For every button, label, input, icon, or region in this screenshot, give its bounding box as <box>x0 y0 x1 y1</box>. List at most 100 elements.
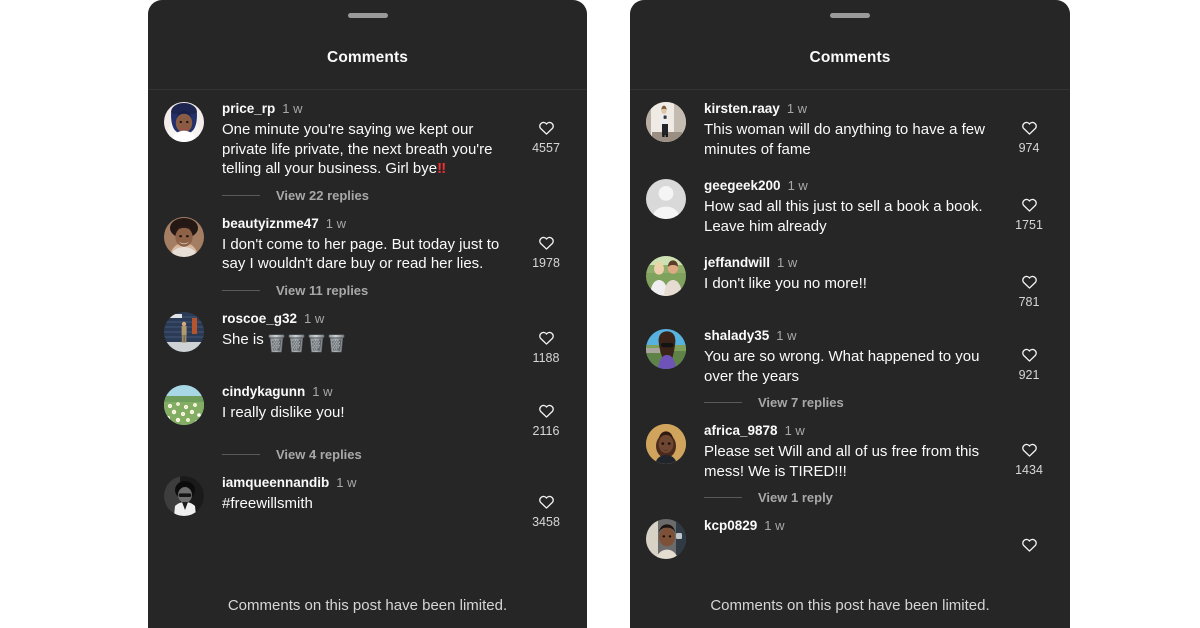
avatar[interactable] <box>164 216 204 257</box>
comment-timestamp: 1 w <box>336 474 357 490</box>
view-replies-label[interactable]: View 7 replies <box>758 395 844 410</box>
like-column: 1978 <box>519 215 573 270</box>
avatar-container <box>644 177 688 219</box>
comments-list-right[interactable]: kirsten.raay 1 w This woman will do anythi… <box>630 90 1070 628</box>
avatar[interactable] <box>646 256 686 296</box>
heart-icon[interactable] <box>1020 272 1039 291</box>
comment-spacer <box>630 159 1070 167</box>
comment-item[interactable]: jeffandwill 1 w I don't like you no more!!… <box>630 244 1070 309</box>
view-replies-label[interactable]: View 11 replies <box>276 283 368 298</box>
like-count[interactable]: 4557 <box>532 141 560 155</box>
avatar[interactable] <box>646 102 686 142</box>
replies-dash <box>222 194 260 196</box>
like-column: 2116 <box>519 383 573 438</box>
heart-icon[interactable] <box>537 401 556 420</box>
comment-username[interactable]: africa_9878 <box>704 423 778 438</box>
view-replies-row[interactable]: View 7 replies <box>630 386 1070 412</box>
comments-limited-note-left: Comments on this post have been limited. <box>227 597 508 614</box>
comment-username[interactable]: geegeek200 <box>704 178 781 193</box>
like-count[interactable]: 3458 <box>532 515 560 529</box>
replies-dash <box>222 289 260 291</box>
comment-username[interactable]: cindykagunn <box>222 384 305 399</box>
comment-username[interactable]: roscoe_g32 <box>222 311 297 326</box>
comment-meta: iamqueennandib 1 w <box>222 474 509 492</box>
comment-item[interactable]: shalady35 1 w You are so wrong. What happe… <box>630 317 1070 386</box>
heart-icon[interactable] <box>537 233 556 252</box>
avatar[interactable] <box>164 311 204 352</box>
heart-icon[interactable] <box>1020 440 1039 459</box>
avatar[interactable] <box>164 384 204 425</box>
heart-icon[interactable] <box>537 118 556 137</box>
like-count[interactable]: 781 <box>1019 295 1040 309</box>
avatar-container <box>162 310 206 352</box>
like-count[interactable]: 1188 <box>533 351 560 365</box>
like-column: 3458 <box>519 474 573 529</box>
comment-username[interactable]: beautyiznme47 <box>222 216 319 231</box>
avatar-container <box>644 422 688 464</box>
comment-body: shalady35 1 w You are so wrong. What happe… <box>688 327 1002 386</box>
avatar[interactable] <box>164 102 204 142</box>
like-count[interactable]: 1978 <box>532 256 560 270</box>
comment-timestamp: 1 w <box>325 215 347 231</box>
comment-body: roscoe_g32 1 w She is <box>206 310 519 353</box>
view-replies-row[interactable]: View 4 replies <box>148 438 587 464</box>
comment-username[interactable]: jeffandwill <box>704 255 770 270</box>
avatar[interactable] <box>646 519 686 559</box>
view-replies-label[interactable]: View 1 reply <box>758 490 833 505</box>
comment-text: You are so wrong. What happened to you o… <box>704 347 992 386</box>
comment-body: beautyiznme47 1 w I don't come to her page… <box>206 215 519 274</box>
comment-timestamp: 1 w <box>776 328 797 343</box>
comment-item[interactable]: iamqueennandib 1 w #freewillsmith 3458 <box>148 464 587 529</box>
comment-spacer <box>148 529 587 537</box>
comment-text: I don't come to her page. But today just… <box>222 235 509 274</box>
avatar[interactable] <box>646 424 686 464</box>
like-column: 781 <box>1002 254 1056 309</box>
avatar[interactable] <box>646 179 686 219</box>
replies-dash <box>704 402 742 403</box>
view-replies-label[interactable]: View 4 replies <box>276 447 362 462</box>
heart-icon[interactable] <box>1020 118 1039 137</box>
comment-text-content: One minute you're saying we kept our pri… <box>222 121 493 177</box>
comment-item[interactable]: cindykagunn 1 w I really dislike you! 2116 <box>148 373 587 438</box>
comment-username[interactable]: price_rp <box>222 101 275 116</box>
like-count[interactable]: 974 <box>1019 141 1040 155</box>
comment-username[interactable]: shalady35 <box>704 328 769 343</box>
comment-username[interactable]: kcp0829 <box>704 518 757 533</box>
comment-text-content: She is <box>222 330 264 348</box>
avatar-container <box>162 383 206 425</box>
heart-icon[interactable] <box>1020 345 1039 364</box>
comment-meta: kirsten.raay 1 w <box>704 100 992 118</box>
comment-timestamp: 1 w <box>787 178 808 193</box>
heart-icon[interactable] <box>537 328 556 347</box>
like-count[interactable]: 2116 <box>533 424 560 438</box>
comment-meta: africa_9878 1 w <box>704 422 992 440</box>
avatar[interactable] <box>164 475 204 516</box>
comment-text: This woman will do anything to have a fe… <box>704 120 992 159</box>
comments-list-left[interactable]: price_rp 1 w One minute you're saying we k… <box>148 90 587 628</box>
heart-icon[interactable] <box>1020 195 1039 214</box>
comment-item[interactable]: kcp0829 1 w <box>630 507 1070 559</box>
comment-timestamp: 1 w <box>777 255 798 270</box>
comment-username[interactable]: iamqueennandib <box>222 475 329 490</box>
avatar[interactable] <box>646 329 686 369</box>
heart-icon[interactable] <box>1020 535 1039 554</box>
like-count[interactable]: 1434 <box>1015 463 1043 477</box>
view-replies-row[interactable]: View 22 replies <box>148 179 587 205</box>
comment-username[interactable]: kirsten.raay <box>704 101 780 116</box>
like-column: 974 <box>1002 100 1056 155</box>
comment-item[interactable]: beautyiznme47 1 w I don't come to her page… <box>148 205 587 274</box>
view-replies-row[interactable]: View 11 replies <box>148 274 587 300</box>
comment-body: cindykagunn 1 w I really dislike you! <box>206 383 519 423</box>
comment-item[interactable]: africa_9878 1 w Please set Will and all of… <box>630 412 1070 481</box>
comment-meta: jeffandwill 1 w <box>704 254 992 272</box>
view-replies-label[interactable]: View 22 replies <box>276 188 369 203</box>
comment-item[interactable]: roscoe_g32 1 w She is 1188 <box>148 300 587 365</box>
heart-icon[interactable] <box>537 492 556 511</box>
comment-item[interactable]: geegeek200 1 w How sad all this just to se… <box>630 167 1070 236</box>
comment-item[interactable]: kirsten.raay 1 w This woman will do anythi… <box>630 90 1070 159</box>
comment-item[interactable]: price_rp 1 w One minute you're saying we k… <box>148 90 587 179</box>
avatar-container <box>644 517 688 559</box>
like-count[interactable]: 1751 <box>1015 218 1043 232</box>
like-count[interactable]: 921 <box>1019 368 1040 382</box>
view-replies-row[interactable]: View 1 reply <box>630 481 1070 507</box>
